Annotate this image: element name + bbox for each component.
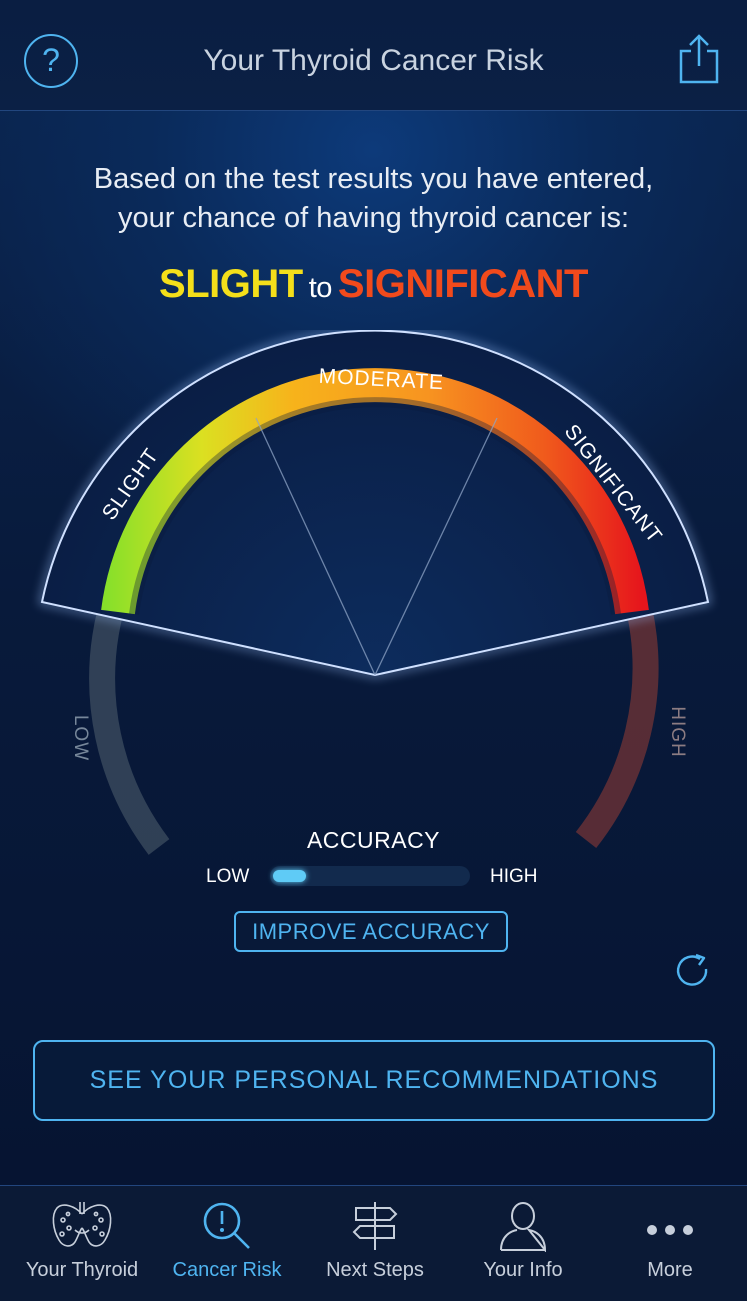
risk-level-to: SIGNIFICANT	[337, 262, 589, 306]
accuracy-high-label: HIGH	[490, 866, 538, 887]
share-button[interactable]	[677, 33, 721, 85]
more-dots-icon	[647, 1225, 693, 1235]
tab-label: Your Info	[483, 1259, 563, 1281]
bottom-tab-bar: Your Thyroid Cancer Risk Next Steps Your…	[0, 1185, 747, 1301]
tab-more[interactable]: More	[595, 1186, 745, 1301]
risk-connector: to	[308, 272, 333, 304]
thyroid-icon	[52, 1202, 112, 1247]
result-intro-text: Based on the test results you have enter…	[0, 160, 747, 238]
tab-cancer-risk[interactable]: Cancer Risk	[151, 1186, 303, 1301]
accuracy-meter	[270, 866, 470, 886]
refresh-icon	[676, 953, 708, 986]
top-navigation-bar: ? Your Thyroid Cancer Risk	[0, 0, 747, 111]
accuracy-low-label: LOW	[206, 866, 250, 887]
gauge-scale-high-label: HIGH	[667, 706, 688, 758]
gauge-lower-ring-high	[575, 610, 659, 849]
intro-line-2: your chance of having thyroid cancer is:	[118, 202, 629, 234]
gauge-lower-ring-low	[89, 609, 170, 855]
risk-level-from: SLIGHT	[159, 262, 303, 306]
signpost-icon	[352, 1202, 398, 1250]
tab-your-thyroid[interactable]: Your Thyroid	[0, 1186, 164, 1301]
tab-label: Your Thyroid	[25, 1259, 139, 1281]
magnifier-alert-icon	[203, 1202, 250, 1249]
page-title: Your Thyroid Cancer Risk	[203, 44, 544, 77]
accuracy-title: ACCURACY	[306, 827, 441, 853]
person-icon	[500, 1202, 547, 1252]
share-icon	[679, 34, 719, 84]
tab-your-info[interactable]: Your Info	[448, 1186, 598, 1301]
gauge-scale-low-label: LOW	[70, 715, 91, 761]
risk-gauge: SLIGHT MODERATE SIGNIFICANT LOW HIGH	[38, 330, 712, 855]
tab-label: Cancer Risk	[172, 1259, 282, 1281]
improve-accuracy-button[interactable]: IMPROVE ACCURACY	[234, 911, 508, 952]
risk-headline: SLIGHT to SIGNIFICANT	[0, 262, 747, 307]
tab-label: Next Steps	[326, 1259, 424, 1281]
tab-label: More	[647, 1259, 693, 1281]
personal-recommendations-button[interactable]: SEE YOUR PERSONAL RECOMMENDATIONS	[33, 1040, 715, 1121]
refresh-button[interactable]	[672, 950, 714, 992]
accuracy-meter-fill	[273, 870, 306, 882]
intro-line-1: Based on the test results you have enter…	[93, 163, 654, 195]
tab-next-steps[interactable]: Next Steps	[300, 1186, 450, 1301]
